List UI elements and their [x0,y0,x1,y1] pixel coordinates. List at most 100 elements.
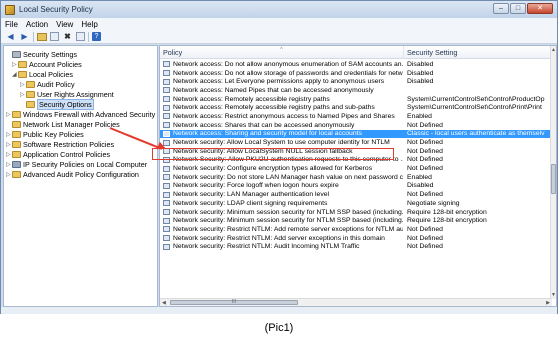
tree-node-local-policies[interactable]: ◢ Local Policies [12,69,73,79]
policy-icon [163,61,170,68]
tree-node-label: Application Control Policies [23,149,111,159]
list-header: Policy ^ Security Setting [160,46,552,59]
policy-row[interactable]: Network security: LAN Manager authentica… [160,190,552,199]
toolbar-separator [33,31,34,42]
title-bar[interactable]: Local Security Policy – □ ✕ [1,1,557,18]
delete-icon[interactable]: ✖ [62,32,73,42]
policy-row[interactable]: Network security: Configure encryption t… [160,164,552,173]
policy-name: Network security: Configure encryption t… [173,165,373,173]
folder-icon [12,130,21,138]
policy-icon [163,165,170,172]
policy-row[interactable]: Network security: Restrict NTLM: Audit I… [160,242,552,251]
window-controls: – □ ✕ [493,3,553,14]
policy-setting: System\CurrentControlSet\Control\Product… [407,95,545,103]
policy-setting: Disabled [407,60,434,68]
policy-row[interactable]: Network access: Remotely accessible regi… [160,95,552,104]
tree-node-ip-security[interactable]: ▷ IP Security Policies on Local Computer [6,159,147,169]
policy-icon [163,113,170,120]
tree-node-windows-firewall[interactable]: ▷ Windows Firewall with Advanced Securit… [6,109,155,119]
policy-row[interactable]: Network security: Minimum session securi… [160,208,552,217]
folder-icon [26,100,35,108]
menu-bar: File Action View Help [1,18,557,30]
folder-icon [26,80,35,88]
column-header-policy[interactable]: Policy ^ [160,46,404,59]
maximize-button[interactable]: □ [510,3,526,14]
policy-row[interactable]: Network security: LDAP client signing re… [160,199,552,208]
policy-setting: Not Defined [407,165,443,173]
up-folder-icon[interactable] [37,32,47,41]
policy-name: Network security: Allow Local System to … [173,139,390,147]
policy-row[interactable]: Network security: Restrict NTLM: Add rem… [160,225,552,234]
vertical-scroll-thumb[interactable] [551,164,556,194]
policy-setting: Not Defined [407,156,443,164]
policy-row[interactable]: Network access: Do not allow anonymous e… [160,60,552,69]
tree-node-security-settings[interactable]: Security Settings [6,49,77,59]
help-icon[interactable]: ? [92,32,101,41]
policy-setting: Not Defined [407,234,443,242]
policy-row[interactable]: Network access: Named Pipes that can be … [160,86,552,95]
policy-setting: Not Defined [407,225,443,233]
menu-help[interactable]: Help [77,20,101,29]
tree-node-label: Windows Firewall with Advanced Security [23,109,156,119]
tree-node-software-restriction[interactable]: ▷ Software Restriction Policies [6,139,114,149]
folder-icon [12,120,21,128]
show-hide-tree-icon[interactable] [50,32,59,41]
policy-name: Network security: Do not store LAN Manag… [173,173,403,181]
menu-view[interactable]: View [52,20,77,29]
policy-row[interactable]: Network security: Allow Local System to … [160,138,552,147]
vertical-scrollbar[interactable]: ▲ ▼ [550,46,556,299]
policy-setting: Disabled [407,69,434,77]
minimize-button[interactable]: – [493,3,509,14]
column-header-setting[interactable]: Security Setting [404,46,552,59]
policy-row[interactable]: Network security: Do not store LAN Manag… [160,173,552,182]
scroll-up-icon[interactable]: ▲ [551,47,556,53]
security-policy-app-icon [5,4,15,15]
tree-node-label: IP Security Policies on Local Computer [23,159,148,169]
policy-icon [163,104,170,111]
policy-row[interactable]: Network access: Restrict anonymous acces… [160,112,552,121]
policy-row[interactable]: Network access: Do not allow storage of … [160,69,552,78]
policy-row[interactable]: Network access: Let Everyone permissions… [160,77,552,86]
policy-icon [163,174,170,181]
menu-action[interactable]: Action [22,20,52,29]
policy-row[interactable]: Network security: Force logoff when logo… [160,182,552,191]
tree-node-network-list-manager[interactable]: Network List Manager Policies [6,119,120,129]
policy-name: Network access: Shares that can be acces… [173,121,355,129]
menu-file[interactable]: File [1,20,22,29]
tree-node-security-options[interactable]: Security Options [20,98,94,110]
policy-name: Network security: Restrict NTLM: Audit I… [173,243,360,251]
policy-icon [163,182,170,189]
tree-node-label: Security Settings [23,49,77,59]
policy-row[interactable]: Network security: Minimum session securi… [160,216,552,225]
toolbar: ◀ ▶ ✖ ? [1,30,557,83]
tree-node-advanced-audit[interactable]: ▷ Advanced Audit Policy Configuration [6,169,139,179]
policy-list: Policy ^ Security Setting Network access… [159,45,557,307]
tree-node-audit-policy[interactable]: ▷ Audit Policy [20,79,75,89]
tree-node-label: Network List Manager Policies [23,119,120,129]
tree-node-application-control[interactable]: ▷ Application Control Policies [6,149,110,159]
forward-arrow-icon[interactable]: ▶ [19,32,30,42]
policy-name: Network access: Do not allow anonymous e… [173,60,403,68]
tree-node-account-policies[interactable]: ▷ Account Policies [12,59,82,69]
back-arrow-icon[interactable]: ◀ [5,32,16,42]
tree-node-label: Public Key Policies [23,129,84,139]
horizontal-scrollbar[interactable]: ◀ III ▶ [160,298,552,306]
scroll-left-icon[interactable]: ◀ [162,300,166,306]
figure-caption: (Pic1) [264,322,294,334]
policy-row[interactable]: Network access: Remotely accessible regi… [160,103,552,112]
horizontal-scroll-thumb[interactable]: III [170,300,298,305]
tree-node-label: Audit Policy [37,79,75,89]
policy-icon [163,122,170,129]
policy-row[interactable]: Network access: Shares that can be acces… [160,121,552,130]
toolbar-separator [88,31,89,42]
policy-name: Network access: Named Pipes that can be … [173,86,374,94]
policy-name: Network access: Remotely accessible regi… [173,95,330,103]
close-button[interactable]: ✕ [527,3,553,14]
properties-icon[interactable] [76,32,85,41]
policy-row[interactable]: Network access: Sharing and security mod… [160,129,552,139]
scroll-right-icon[interactable]: ▶ [546,300,550,306]
tree-node-user-rights-assignment[interactable]: ▷ User Rights Assignment [20,89,114,99]
policy-icon [163,78,170,85]
policy-row[interactable]: Network security: Restrict NTLM: Add ser… [160,234,552,243]
tree-node-public-key-policies[interactable]: ▷ Public Key Policies [6,129,84,139]
